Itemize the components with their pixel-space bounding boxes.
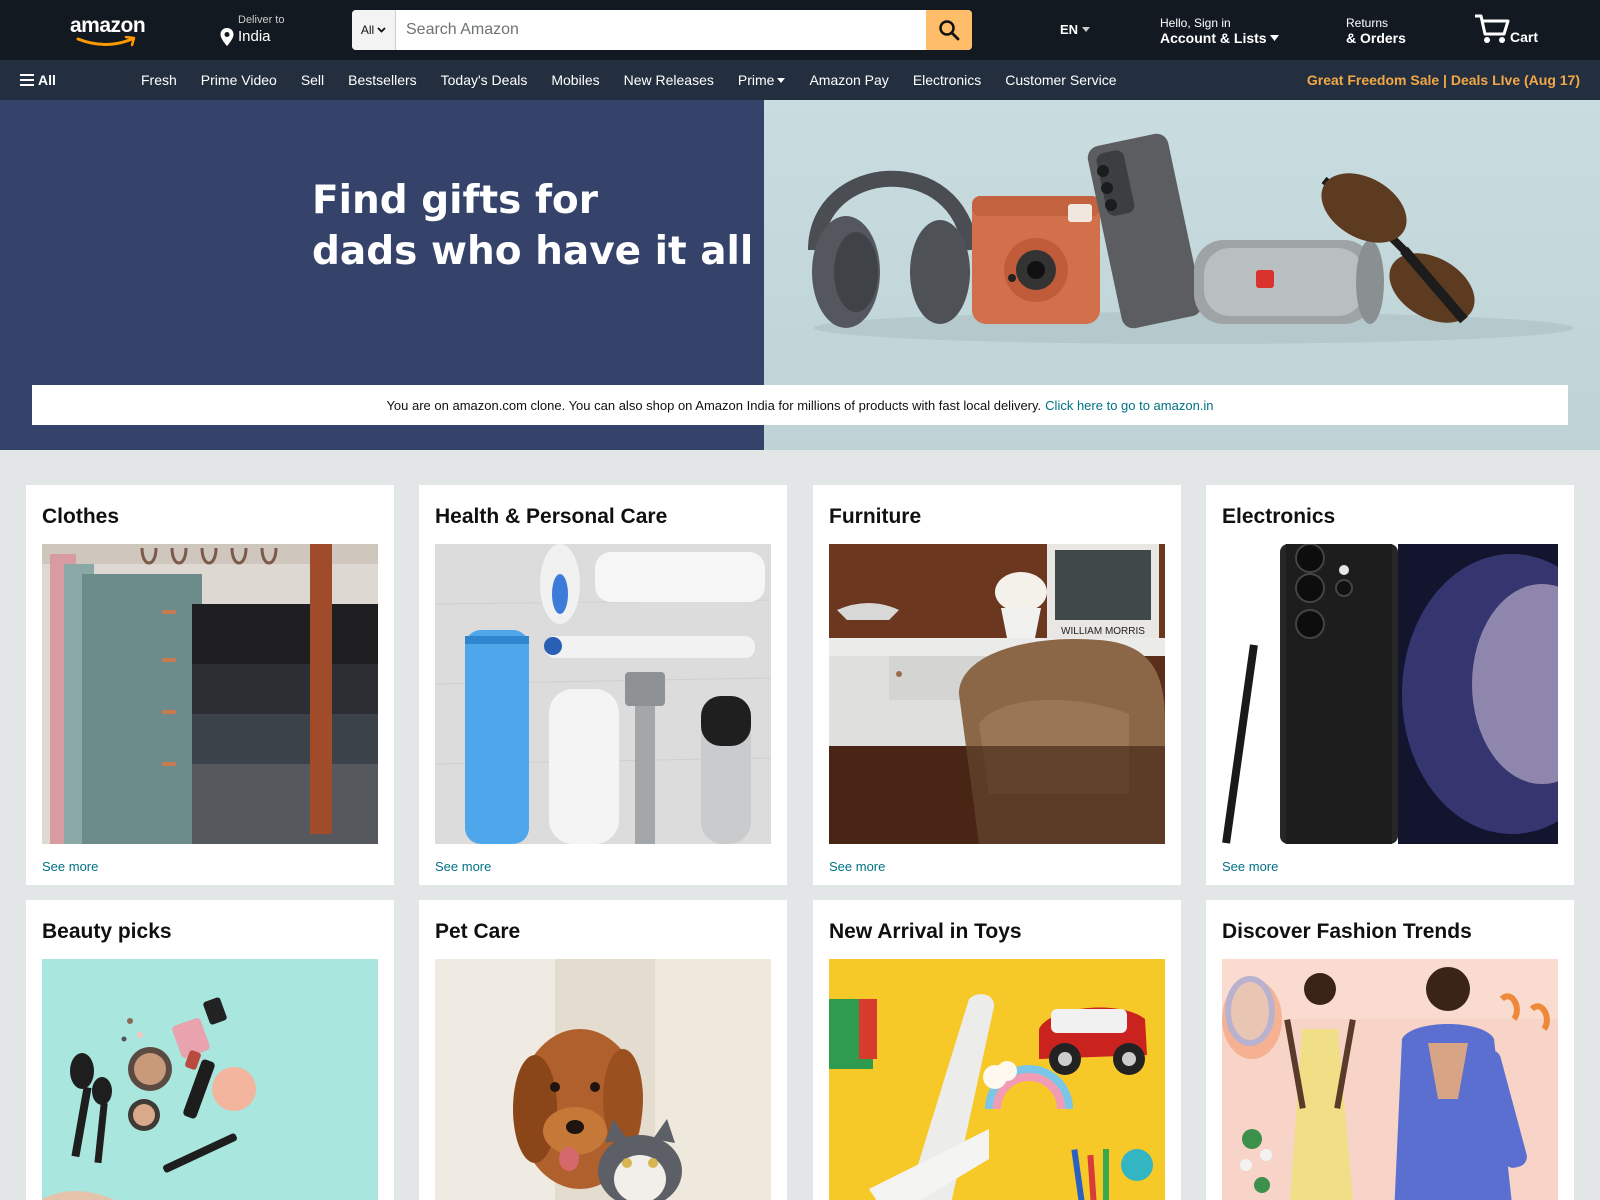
- search-button[interactable]: [926, 10, 972, 50]
- subnav-item-prime-video[interactable]: Prime Video: [201, 72, 277, 88]
- category-card-toys: New Arrival in Toys: [813, 900, 1181, 1200]
- headphones-image: [808, 170, 978, 328]
- card-title: Discover Fashion Trends: [1222, 920, 1472, 943]
- hero-title-line-2: dads who have it all: [312, 229, 754, 274]
- returns-orders[interactable]: Returns & Orders: [1346, 16, 1406, 46]
- electronics-image[interactable]: [1222, 544, 1558, 844]
- fashion-trends-image[interactable]: [1222, 959, 1558, 1200]
- clothes-image[interactable]: [42, 544, 378, 844]
- category-card-pet-care: Pet Care: [419, 900, 787, 1200]
- location-pin-icon: [220, 28, 234, 46]
- cart-button[interactable]: Cart: [1474, 12, 1554, 48]
- account-label: Account & Lists: [1160, 30, 1267, 46]
- search-bar: All: [352, 10, 972, 50]
- subnav-item-customer-service[interactable]: Customer Service: [1005, 72, 1116, 88]
- category-card-furniture: Furniture WILLIAM MORRIS See more: [813, 485, 1181, 885]
- category-card-health: Health & Personal Care See more: [419, 485, 787, 885]
- card-title: Electronics: [1222, 505, 1336, 528]
- orders-label: & Orders: [1346, 30, 1406, 46]
- account-greeting: Hello, Sign in: [1160, 16, 1231, 30]
- top-navbar: amazon Deliver to India All EN He: [0, 0, 1600, 60]
- chevron-down-icon: [377, 27, 386, 33]
- hero-banner[interactable]: Find gifts for dads who have it all You …: [0, 100, 1600, 450]
- subnav-item-todays-deals[interactable]: Today's Deals: [441, 72, 528, 88]
- instant-camera-image: [972, 196, 1100, 324]
- deliver-location: India: [238, 28, 271, 45]
- secondary-navbar: All Fresh Prime Video Sell Bestsellers T…: [0, 60, 1600, 100]
- subnav-item-prime[interactable]: Prime: [738, 72, 786, 88]
- cart-label: Cart: [1510, 29, 1539, 45]
- bluetooth-speaker-image: [1194, 240, 1384, 324]
- caret-down-icon: [777, 77, 786, 83]
- card-title: Furniture: [829, 505, 922, 528]
- subnav-item-sell[interactable]: Sell: [301, 72, 324, 88]
- logo-smile-icon: [76, 36, 136, 47]
- caret-down-icon: [1082, 27, 1091, 32]
- toys-image[interactable]: [829, 959, 1165, 1200]
- beauty-image[interactable]: [42, 959, 378, 1200]
- returns-label: Returns: [1346, 16, 1389, 30]
- subnav-item-mobiles[interactable]: Mobiles: [551, 72, 599, 88]
- language-selector[interactable]: EN: [1060, 22, 1091, 37]
- notice-text: You are on amazon.com clone. You can als…: [386, 397, 1042, 413]
- hero-title-line-1: Find gifts for: [312, 178, 598, 223]
- category-card-beauty: Beauty picks: [26, 900, 394, 1200]
- subnav-item-electronics[interactable]: Electronics: [913, 72, 981, 88]
- category-card-clothes: Clothes See more: [26, 485, 394, 885]
- clone-notice-bar: You are on amazon.com clone. You can als…: [32, 385, 1568, 425]
- amazon-india-link[interactable]: Click here to go to amazon.in: [1045, 398, 1213, 413]
- see-more-link[interactable]: See more: [42, 859, 98, 874]
- card-title: New Arrival in Toys: [829, 920, 1022, 943]
- poster-text: WILLIAM MORRIS: [1061, 626, 1145, 637]
- caret-down-icon: [1269, 35, 1279, 41]
- subnav-item-bestsellers[interactable]: Bestsellers: [348, 72, 416, 88]
- account-menu[interactable]: Hello, Sign in Account & Lists: [1160, 16, 1279, 46]
- deliver-label: Deliver to: [238, 14, 285, 26]
- cart-icon: [1475, 14, 1510, 43]
- hero-title: Find gifts for dads who have it all: [312, 175, 753, 277]
- subnav-item-prime-label: Prime: [737, 72, 775, 88]
- search-input[interactable]: [396, 10, 926, 50]
- card-title: Health & Personal Care: [435, 505, 668, 528]
- category-card-fashion-trends: Discover Fashion Trends: [1206, 900, 1574, 1200]
- search-icon: [939, 20, 960, 41]
- subnav-item-fresh[interactable]: Fresh: [141, 72, 177, 88]
- all-menu-button[interactable]: All: [20, 72, 56, 88]
- card-title: Pet Care: [435, 920, 521, 943]
- category-card-electronics: Electronics See more: [1206, 485, 1574, 885]
- language-value: EN: [1060, 22, 1079, 37]
- smartphone-image: [1087, 133, 1203, 329]
- hamburger-icon: [20, 74, 34, 86]
- promo-banner-link[interactable]: Great Freedom Sale | Deals LIve (Aug 17): [1307, 72, 1580, 88]
- card-title: Clothes: [42, 505, 120, 528]
- see-more-link[interactable]: See more: [829, 859, 885, 874]
- subnav-item-amazon-pay[interactable]: Amazon Pay: [809, 72, 888, 88]
- logo-text: amazon: [70, 14, 146, 37]
- subnav-links: Fresh Prime Video Sell Bestsellers Today…: [141, 72, 1117, 88]
- health-care-image[interactable]: [435, 544, 771, 844]
- search-category-select[interactable]: All: [352, 10, 396, 50]
- amazon-logo[interactable]: amazon: [70, 14, 150, 48]
- search-category-value: All: [360, 23, 375, 37]
- all-label: All: [38, 72, 56, 88]
- furniture-image[interactable]: WILLIAM MORRIS: [829, 544, 1165, 844]
- see-more-link[interactable]: See more: [1222, 859, 1278, 874]
- see-more-link[interactable]: See more: [435, 859, 491, 874]
- card-title: Beauty picks: [42, 920, 172, 943]
- pet-care-image[interactable]: [435, 959, 771, 1200]
- subnav-item-new-releases[interactable]: New Releases: [624, 72, 714, 88]
